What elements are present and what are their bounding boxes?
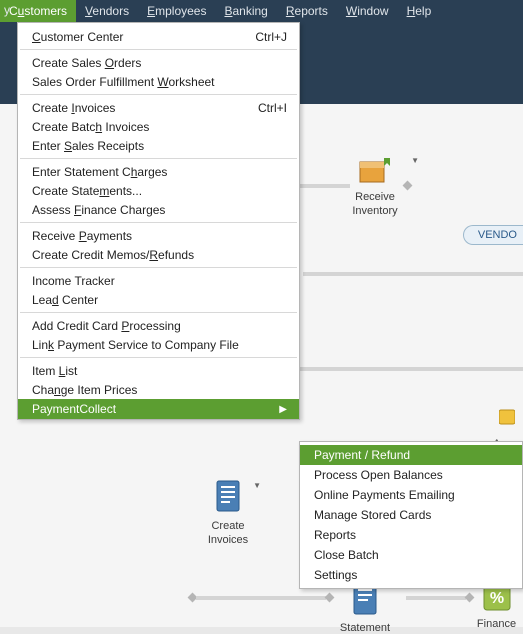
menu-separator bbox=[20, 267, 297, 268]
menu-separator bbox=[20, 357, 297, 358]
menu-item[interactable]: Sales Order Fulfillment Worksheet bbox=[18, 72, 299, 91]
chevron-right-icon: ▶ bbox=[279, 404, 287, 415]
menu-item[interactable]: Create InvoicesCtrl+I bbox=[18, 98, 299, 117]
submenu-item[interactable]: Process Open Balances bbox=[300, 465, 522, 485]
menu-help[interactable]: Help bbox=[398, 0, 441, 22]
menu-item[interactable]: Create Statements... bbox=[18, 181, 299, 200]
menubar-leading-char: y bbox=[4, 3, 10, 17]
menu-item[interactable]: Lead Center bbox=[18, 290, 299, 309]
menu-separator bbox=[20, 222, 297, 223]
menu-vendors[interactable]: Vendors bbox=[76, 0, 138, 22]
svg-text:%: % bbox=[489, 590, 503, 607]
create-invoices-button[interactable]: Create Invoices ▼ bbox=[193, 479, 263, 548]
menu-banking[interactable]: Banking bbox=[215, 0, 276, 22]
menu-item[interactable]: Enter Statement Charges bbox=[18, 162, 299, 181]
submenu-item[interactable]: Payment / Refund bbox=[300, 445, 522, 465]
box-icon bbox=[358, 154, 392, 184]
menu-employees[interactable]: Employees bbox=[138, 0, 215, 22]
menu-item[interactable]: Income Tracker bbox=[18, 271, 299, 290]
menubar: y Customers Vendors Employees Banking Re… bbox=[0, 0, 523, 22]
receive-inventory-button[interactable]: Receive Inventory ▼ bbox=[335, 154, 415, 219]
menu-item[interactable]: Item List bbox=[18, 361, 299, 380]
vendors-pill[interactable]: VENDO bbox=[463, 225, 523, 245]
menu-item[interactable]: Enter Sales Receipts bbox=[18, 136, 299, 155]
submenu-item[interactable]: Settings bbox=[300, 565, 522, 585]
menu-item[interactable]: Create Batch Invoices bbox=[18, 117, 299, 136]
card-icon bbox=[499, 404, 515, 432]
flow-line bbox=[303, 272, 523, 276]
flow-line bbox=[300, 367, 523, 371]
submenu-item[interactable]: Manage Stored Cards bbox=[300, 505, 522, 525]
menu-item[interactable]: Create Credit Memos/Refunds bbox=[18, 245, 299, 264]
finance-button[interactable]: % Finance bbox=[470, 582, 523, 630]
menu-window[interactable]: Window bbox=[337, 0, 398, 22]
invoice-icon bbox=[213, 479, 243, 513]
menu-separator bbox=[20, 94, 297, 95]
menu-item[interactable]: Link Payment Service to Company File bbox=[18, 335, 299, 354]
menu-item[interactable]: Change Item Prices bbox=[18, 380, 299, 399]
menu-customers[interactable]: Customers bbox=[0, 0, 76, 22]
menu-reports[interactable]: Reports bbox=[277, 0, 337, 22]
menu-item[interactable]: Assess Finance Charges bbox=[18, 200, 299, 219]
finance-label: Finance bbox=[470, 618, 523, 630]
submenu-item[interactable]: Online Payments Emailing bbox=[300, 485, 522, 505]
menu-item[interactable]: Create Sales Orders bbox=[18, 53, 299, 72]
paymentcollect-submenu: Payment / RefundProcess Open BalancesOnl… bbox=[299, 441, 523, 589]
submenu-item[interactable]: Reports bbox=[300, 525, 522, 545]
shortcut-label: Ctrl+I bbox=[258, 101, 287, 115]
flow-line bbox=[196, 596, 326, 600]
statement-label: Statement bbox=[330, 622, 400, 634]
submenu-item[interactable]: Close Batch bbox=[300, 545, 522, 565]
menu-item[interactable]: Receive Payments bbox=[18, 226, 299, 245]
menu-item[interactable]: Customer CenterCtrl+J bbox=[18, 27, 299, 46]
flow-line bbox=[406, 596, 466, 600]
receive-inventory-label: Receive Inventory bbox=[335, 190, 415, 219]
menu-separator bbox=[20, 158, 297, 159]
shortcut-label: Ctrl+J bbox=[255, 30, 287, 44]
customers-dropdown: Customer CenterCtrl+J Create Sales Orders… bbox=[17, 22, 300, 420]
menu-item[interactable]: PaymentCollect▶ bbox=[18, 399, 299, 419]
menu-item[interactable]: Add Credit Card Processing bbox=[18, 316, 299, 335]
create-invoices-label: Create Invoices bbox=[193, 519, 263, 548]
menu-separator bbox=[20, 49, 297, 50]
statement-button[interactable]: Statement bbox=[330, 582, 400, 634]
menu-separator bbox=[20, 312, 297, 313]
